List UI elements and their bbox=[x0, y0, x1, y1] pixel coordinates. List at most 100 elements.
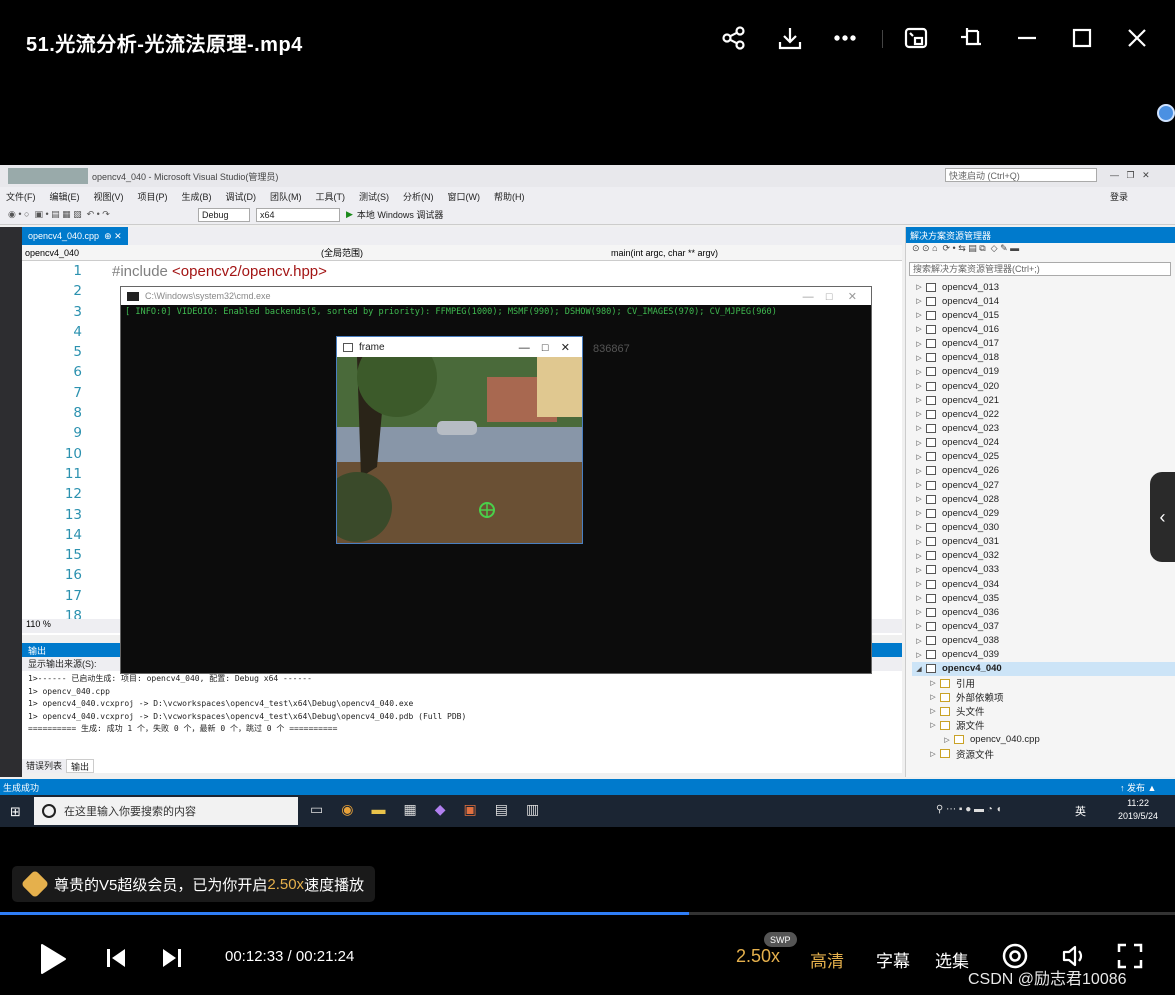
left-tool-strip[interactable] bbox=[0, 227, 22, 777]
expand-icon[interactable]: ▷ bbox=[912, 410, 926, 418]
solution-item[interactable]: ▷ opencv4_022 bbox=[912, 407, 1175, 421]
expand-icon[interactable]: ▷ bbox=[912, 622, 926, 630]
expand-icon[interactable]: ▷ bbox=[912, 283, 926, 291]
menu-item[interactable]: 文件(F) bbox=[6, 190, 36, 203]
menu-item[interactable]: 窗口(W) bbox=[448, 190, 481, 203]
solution-subitem[interactable]: ▷ 源文件 bbox=[912, 718, 1175, 732]
menu-item[interactable]: 项目(P) bbox=[138, 190, 168, 203]
download-icon[interactable] bbox=[774, 22, 806, 54]
frame-window[interactable]: frame — □ ✕ bbox=[322, 336, 583, 544]
close-icon[interactable] bbox=[1121, 22, 1153, 54]
chrome-icon[interactable]: ◉ bbox=[341, 801, 353, 821]
pin-window-icon[interactable] bbox=[955, 22, 987, 54]
clock[interactable]: 11:22 2019/5/24 bbox=[1118, 797, 1158, 823]
config-dropdown[interactable]: Debug bbox=[198, 207, 250, 222]
menu-item[interactable]: 帮助(H) bbox=[494, 190, 525, 203]
nav-project[interactable]: opencv4_040 bbox=[22, 246, 314, 260]
nav-scope[interactable]: (全局范围) bbox=[318, 246, 608, 260]
expand-icon[interactable]: ▷ bbox=[912, 538, 926, 546]
more-icon[interactable] bbox=[829, 22, 861, 54]
expand-icon[interactable]: ▷ bbox=[912, 424, 926, 432]
solution-item[interactable]: ▷ opencv4_020 bbox=[912, 379, 1175, 393]
zoom-level[interactable]: 110 % bbox=[26, 619, 51, 629]
expand-icon[interactable]: ▷ bbox=[912, 608, 926, 616]
quality-button[interactable]: 高清 bbox=[810, 947, 844, 972]
solution-item[interactable]: ▷ opencv4_032 bbox=[912, 549, 1175, 563]
calendar-icon[interactable]: ▦ bbox=[403, 801, 416, 821]
solution-subitem[interactable]: ▷ 引用 bbox=[912, 676, 1175, 690]
expand-icon[interactable]: ▷ bbox=[912, 297, 926, 305]
solution-item[interactable]: ▷ opencv4_037 bbox=[912, 619, 1175, 633]
maximize-icon[interactable] bbox=[1066, 22, 1098, 54]
solution-item[interactable]: ▷ opencv4_039 bbox=[912, 648, 1175, 662]
solution-item[interactable]: ▷ opencv4_016 bbox=[912, 322, 1175, 336]
expand-icon[interactable]: ▷ bbox=[912, 495, 926, 503]
expand-icon[interactable]: ▷ bbox=[912, 481, 926, 489]
expand-icon[interactable]: ▷ bbox=[912, 509, 926, 517]
console-icon[interactable]: ▤ bbox=[495, 801, 508, 821]
tray-icons[interactable]: ⚲ ⋯ ▪ ● ▬ ◔ ◖ bbox=[936, 804, 1002, 815]
login-link[interactable]: 登录 bbox=[1110, 190, 1128, 203]
menu-item[interactable]: 编辑(E) bbox=[50, 190, 80, 203]
file-explorer-icon[interactable]: ▬ bbox=[371, 801, 385, 821]
menu-item[interactable]: 生成(B) bbox=[182, 190, 212, 203]
previous-icon[interactable] bbox=[104, 946, 128, 970]
frame-window-controls[interactable]: — □ ✕ bbox=[519, 341, 570, 354]
speed-button[interactable]: 2.50x bbox=[736, 946, 780, 967]
expand-icon[interactable]: ▷ bbox=[926, 721, 940, 729]
play-icon[interactable] bbox=[38, 942, 68, 976]
expand-icon[interactable]: ▷ bbox=[912, 552, 926, 560]
expand-icon[interactable]: ▷ bbox=[926, 693, 940, 701]
expand-icon[interactable]: ▷ bbox=[912, 651, 926, 659]
solution-item[interactable]: ▷ opencv4_036 bbox=[912, 605, 1175, 619]
expand-icon[interactable]: ▷ bbox=[912, 594, 926, 602]
expand-icon[interactable]: ▷ bbox=[912, 566, 926, 574]
expand-icon[interactable]: ▷ bbox=[912, 368, 926, 376]
minimize-icon[interactable] bbox=[1011, 22, 1043, 54]
menu-item[interactable]: 视图(V) bbox=[94, 190, 124, 203]
frame-app-icon[interactable]: ▥ bbox=[526, 801, 539, 821]
solution-item[interactable]: ▷ opencv4_033 bbox=[912, 563, 1175, 577]
tab-output[interactable]: 输出 bbox=[66, 759, 95, 773]
share-icon[interactable] bbox=[718, 22, 750, 54]
expand-icon[interactable]: ▷ bbox=[926, 750, 940, 758]
menu-item[interactable]: 工具(T) bbox=[316, 190, 346, 203]
solution-item[interactable]: ▷ opencv4_013 bbox=[912, 280, 1175, 294]
expand-icon[interactable]: ▷ bbox=[912, 580, 926, 588]
collapse-icon[interactable]: ◢ bbox=[912, 665, 926, 673]
solution-item[interactable]: ▷ opencv4_028 bbox=[912, 492, 1175, 506]
ime-indicator[interactable]: 英 bbox=[1075, 803, 1086, 819]
solution-item[interactable]: ▷ opencv4_017 bbox=[912, 337, 1175, 351]
video-frame[interactable]: opencv4_040 - Microsoft Visual Studio(管理… bbox=[0, 165, 1175, 827]
expand-icon[interactable]: ▷ bbox=[912, 340, 926, 348]
menu-item[interactable]: 分析(N) bbox=[403, 190, 434, 203]
expand-icon[interactable]: ▷ bbox=[940, 736, 954, 744]
toolbar-icons[interactable]: ◉ • ○ ▣ • ▤ ▦ ▧ ↶ • ↷ bbox=[8, 209, 198, 220]
expand-icon[interactable]: ▷ bbox=[912, 396, 926, 404]
doc-tab[interactable]: opencv4_040.cpp ⊕ ✕ bbox=[22, 227, 128, 245]
quick-launch-input[interactable]: 快速启动 (Ctrl+Q) bbox=[945, 168, 1097, 182]
menu-item[interactable]: 测试(S) bbox=[359, 190, 389, 203]
episodes-button[interactable]: 选集 bbox=[935, 947, 969, 972]
menu-item[interactable]: 调试(D) bbox=[226, 190, 257, 203]
next-icon[interactable] bbox=[160, 946, 184, 970]
solution-item[interactable]: ▷ opencv4_035 bbox=[912, 591, 1175, 605]
picture-in-picture-icon[interactable] bbox=[900, 22, 932, 54]
solution-toolbar[interactable]: ⊙ ⊙ ⌂ ⟳ • ⇆ ▤ ⧉ ◇ ✎ ▬ bbox=[906, 243, 1175, 259]
solution-subitem[interactable]: ▷ 头文件 bbox=[912, 704, 1175, 718]
side-panel-toggle[interactable]: ‹ bbox=[1150, 472, 1175, 562]
vs-window-controls[interactable]: — ❐ ✕ bbox=[1110, 170, 1150, 181]
expand-icon[interactable]: ▷ bbox=[926, 707, 940, 715]
solution-item[interactable]: ▷ opencv4_015 bbox=[912, 308, 1175, 322]
floating-assistant-icon[interactable] bbox=[1157, 104, 1175, 122]
solution-item[interactable]: ▷ opencv4_024 bbox=[912, 436, 1175, 450]
platform-dropdown[interactable]: x64 bbox=[256, 207, 340, 222]
app-icon[interactable]: ▣ bbox=[463, 801, 476, 821]
solution-item[interactable]: ▷ opencv4_026 bbox=[912, 464, 1175, 478]
run-icon[interactable]: ▶ bbox=[346, 209, 353, 220]
expand-icon[interactable]: ▷ bbox=[912, 311, 926, 319]
solution-subitem[interactable]: ▷ 资源文件 bbox=[912, 747, 1175, 761]
solution-item[interactable]: ▷ opencv4_019 bbox=[912, 365, 1175, 379]
solution-item[interactable]: ▷ opencv4_021 bbox=[912, 393, 1175, 407]
expand-icon[interactable]: ▷ bbox=[912, 453, 926, 461]
